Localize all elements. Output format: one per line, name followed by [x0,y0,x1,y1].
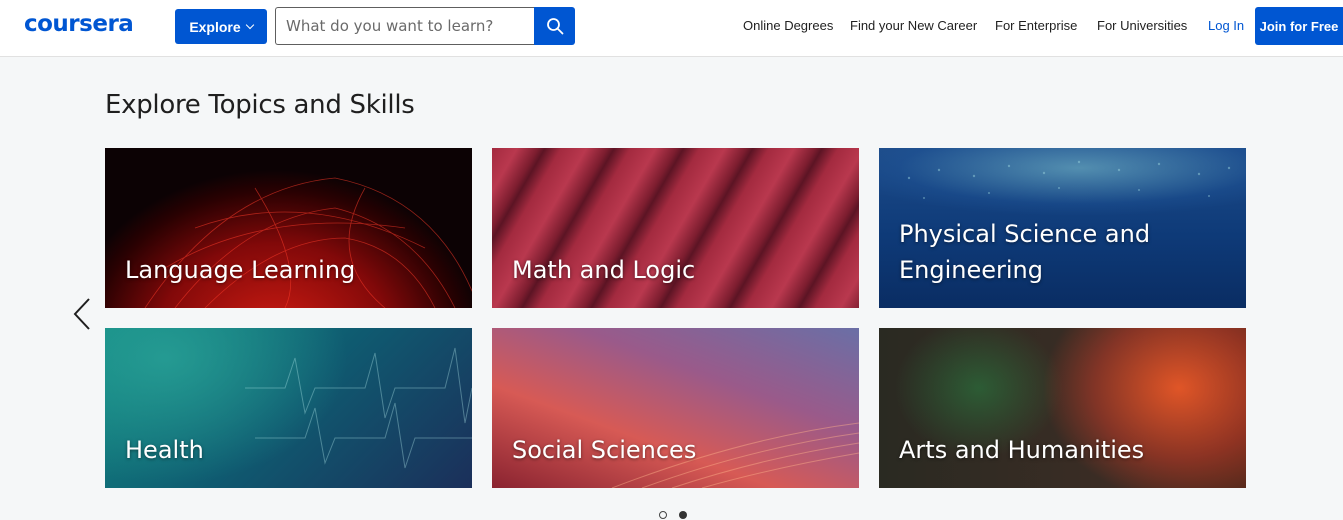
coursera-logo[interactable]: coursera [24,11,134,37]
topic-label: Health [125,436,204,464]
topic-label: Physical Science and Engineering [899,220,1151,284]
topic-label: Social Sciences [512,436,697,464]
carousel-pagination [659,511,687,519]
topic-label: Language Learning [125,256,356,284]
topic-card-physical-science-engineering[interactable]: Physical Science and Engineering [879,148,1246,308]
explore-button[interactable]: Explore [175,9,267,44]
topic-label: Math and Logic [512,256,696,284]
nav-find-new-career[interactable]: Find your New Career [850,18,977,33]
topic-card-social-sciences[interactable]: Social Sciences [492,328,859,488]
carousel-dot-2[interactable] [679,511,687,519]
section-title: Explore Topics and Skills [105,90,415,120]
topic-label: Arts and Humanities [899,436,1145,464]
nav-online-degrees[interactable]: Online Degrees [743,18,833,33]
carousel-dot-1[interactable] [659,511,667,519]
nav-for-universities[interactable]: For Universities [1097,18,1187,33]
search-icon [546,18,563,35]
search-input[interactable] [275,7,535,45]
login-link[interactable]: Log In [1208,18,1244,33]
top-header: coursera Explore Online Degrees Find you… [0,0,1343,57]
topic-card-language-learning[interactable]: Language Learning [105,148,472,308]
search-button[interactable] [534,7,575,45]
carousel-prev-arrow-icon[interactable] [72,297,94,331]
join-for-free-button[interactable]: Join for Free [1255,7,1343,45]
chevron-down-icon [245,20,254,29]
nav-for-enterprise[interactable]: For Enterprise [995,18,1077,33]
topic-card-health[interactable]: Health [105,328,472,488]
explore-label: Explore [189,18,241,35]
topic-card-math-and-logic[interactable]: Math and Logic [492,148,859,308]
topic-card-arts-and-humanities[interactable]: Arts and Humanities [879,328,1246,488]
